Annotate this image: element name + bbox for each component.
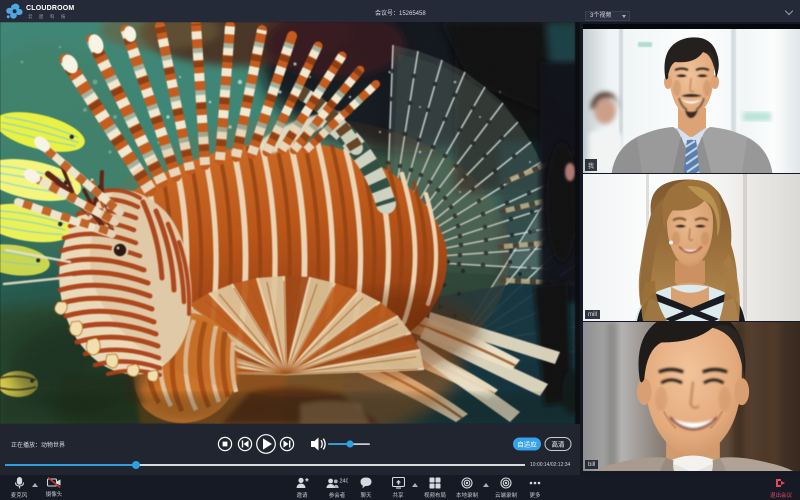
svg-text:自适应: 自适应 xyxy=(517,440,537,449)
svg-text:高清: 高清 xyxy=(552,440,566,449)
svg-text:240: 240 xyxy=(340,479,349,485)
